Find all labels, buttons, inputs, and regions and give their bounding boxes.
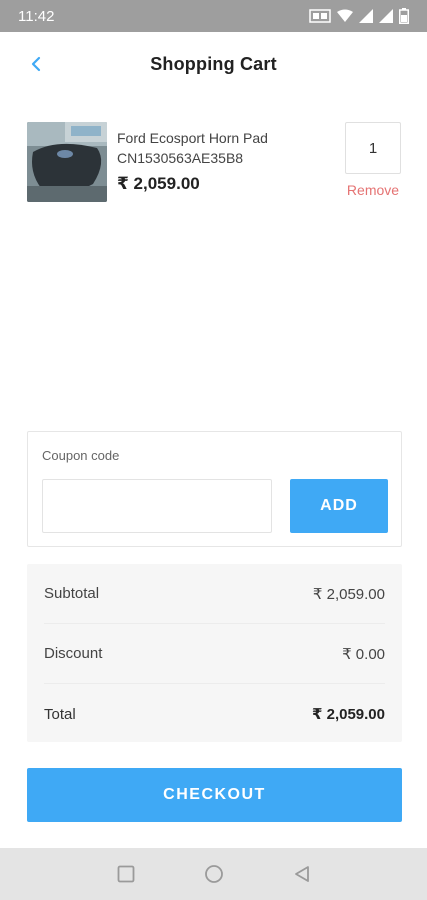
discount-value: ₹ 0.00: [342, 645, 385, 663]
home-button[interactable]: [201, 861, 227, 887]
add-coupon-button[interactable]: ADD: [290, 479, 388, 533]
page-title: Shopping Cart: [150, 53, 277, 74]
product-price: ₹ 2,059.00: [117, 174, 200, 193]
product-image[interactable]: [27, 122, 107, 202]
quantity-input[interactable]: 1: [345, 122, 401, 174]
product-sku: CN1530563AE35B8: [117, 150, 244, 166]
triangle-back-icon: [294, 866, 309, 882]
signal-icon-2: [379, 9, 393, 23]
total-value: ₹ 2,059.00: [312, 706, 385, 723]
checkout-button[interactable]: CHECKOUT: [27, 768, 402, 822]
remove-link[interactable]: Remove: [345, 182, 401, 198]
discount-label: Discount: [44, 645, 103, 662]
wifi-icon: [337, 9, 353, 22]
status-bar: 11:42: [0, 0, 427, 32]
system-back-button[interactable]: [289, 861, 315, 887]
hd-icon: [309, 9, 331, 23]
recents-button[interactable]: [113, 861, 139, 887]
circle-icon: [204, 865, 223, 883]
order-summary: Subtotal ₹ 2,059.00 Discount ₹ 0.00 Tota…: [27, 564, 402, 742]
coupon-input[interactable]: [42, 479, 272, 533]
coupon-card: Coupon code ADD: [27, 431, 402, 547]
signal-icon: [359, 9, 373, 23]
coupon-label: Coupon code: [42, 448, 120, 463]
subtotal-row: Subtotal ₹ 2,059.00: [44, 564, 385, 624]
status-time: 11:42: [18, 7, 55, 25]
app-bar: Shopping Cart: [0, 32, 427, 96]
square-icon: [117, 865, 134, 883]
status-icons: [309, 8, 409, 24]
cart-item: Ford Ecosport Horn Pad CN1530563AE35B8 ₹…: [27, 120, 402, 204]
back-button[interactable]: [22, 50, 50, 78]
chevron-left-icon: [31, 56, 41, 72]
product-name[interactable]: Ford Ecosport Horn Pad: [117, 128, 268, 148]
subtotal-label: Subtotal: [44, 585, 100, 602]
subtotal-value: ₹ 2,059.00: [312, 585, 385, 603]
total-row: Total ₹ 2,059.00: [44, 684, 385, 744]
discount-row: Discount ₹ 0.00: [44, 624, 385, 684]
battery-icon: [399, 8, 409, 24]
total-label: Total: [44, 705, 76, 723]
system-nav-bar: [0, 848, 427, 900]
